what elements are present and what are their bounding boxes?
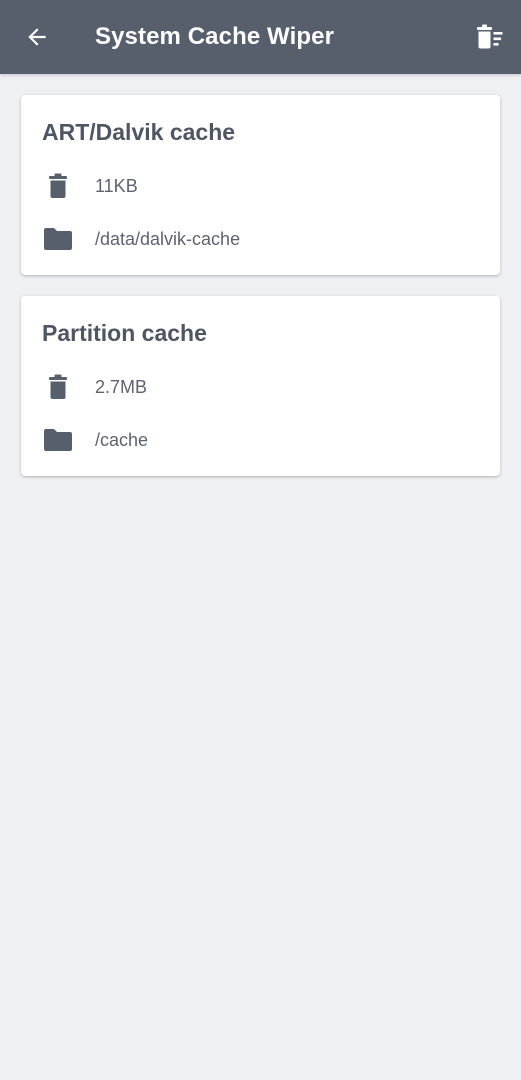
- arrow-back-icon: [28, 28, 46, 46]
- cache-card-art-dalvik[interactable]: ART/Dalvik cache 11KB /data/dalvik-cache: [21, 95, 500, 275]
- cache-path-row: /cache: [21, 425, 500, 455]
- app-bar: System Cache Wiper: [0, 0, 521, 74]
- cache-size-row: 2.7MB: [21, 372, 500, 402]
- cache-title: ART/Dalvik cache: [42, 119, 236, 145]
- delete-sweep-icon: [477, 24, 503, 49]
- cache-path: /data/dalvik-cache: [95, 229, 241, 249]
- folder-icon: [43, 224, 73, 254]
- page-title: System Cache Wiper: [95, 23, 335, 50]
- trash-icon: [43, 171, 73, 201]
- cache-path: /cache: [95, 430, 149, 450]
- back-button[interactable]: [22, 22, 52, 52]
- cache-size-row: 11KB: [21, 171, 500, 201]
- cache-size: 2.7MB: [95, 377, 148, 397]
- trash-icon: [43, 372, 73, 402]
- cache-title: Partition cache: [42, 320, 207, 346]
- wipe-all-button[interactable]: [472, 22, 506, 52]
- folder-icon: [43, 425, 73, 455]
- cache-size: 11KB: [95, 176, 138, 196]
- cache-path-row: /data/dalvik-cache: [21, 224, 500, 254]
- cache-card-partition[interactable]: Partition cache 2.7MB /cache: [21, 296, 500, 476]
